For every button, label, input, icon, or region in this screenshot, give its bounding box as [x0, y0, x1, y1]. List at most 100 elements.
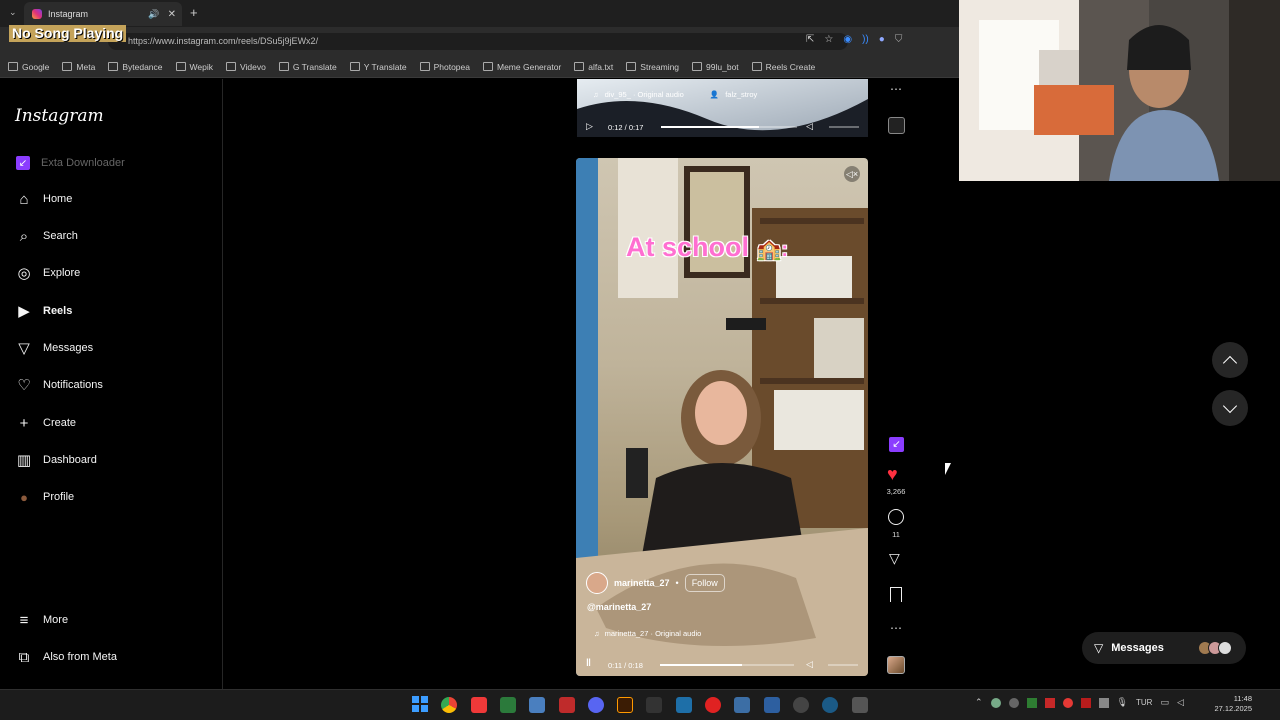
bookmark-item[interactable]: Reels Create: [751, 62, 815, 72]
bookmark-item[interactable]: alfa.txt: [574, 62, 613, 72]
share-icon[interactable]: ▽: [889, 550, 900, 567]
extension-shield-icon[interactable]: ⛉: [895, 34, 903, 45]
terminal-taskbar-icon[interactable]: [500, 697, 516, 713]
bookmark-item[interactable]: Photopea: [419, 62, 470, 72]
explorer-taskbar-icon[interactable]: [734, 697, 750, 713]
previous-reel-progress-track[interactable]: [661, 126, 797, 128]
illustrator-taskbar-icon[interactable]: [617, 697, 633, 713]
previous-reel[interactable]: ♫ div_95_ · Original audio 👤 falz_stroy …: [577, 79, 868, 137]
new-tab-icon[interactable]: +: [190, 5, 198, 20]
sidebar-item-create[interactable]: + Create: [16, 415, 76, 432]
sidebar-item-more[interactable]: ≡ More: [16, 612, 68, 629]
speaker-icon[interactable]: ◁: [1177, 697, 1184, 708]
tray-app-icon[interactable]: [1080, 697, 1091, 708]
sidebar-item-home[interactable]: ⌂ Home: [16, 191, 72, 208]
app-taskbar-icon[interactable]: [852, 697, 868, 713]
bookmark-item[interactable]: Google: [8, 62, 49, 72]
sidebar-item-dashboard[interactable]: ▥ Dashboard: [16, 452, 97, 469]
tray-app-icon[interactable]: [1008, 697, 1019, 708]
tray-app-icon[interactable]: [1026, 697, 1037, 708]
tray-app-icon[interactable]: [1044, 697, 1055, 708]
previous-reel-button[interactable]: [1212, 342, 1248, 378]
download-reel-icon[interactable]: ↙: [889, 437, 904, 452]
app-taskbar-icon[interactable]: [646, 697, 662, 713]
app-taskbar-icon[interactable]: [529, 697, 545, 713]
messages-floating-button[interactable]: ▽ Messages: [1082, 632, 1246, 664]
bookmark-item[interactable]: Meme Generator: [483, 62, 561, 72]
current-reel[interactable]: At school 🏫: ◁× marinetta_27 • Follow @m…: [576, 158, 868, 676]
bookmark-item[interactable]: Y Translate: [349, 62, 407, 72]
browser-tab-instagram[interactable]: Instagram 🔊 ✕: [24, 2, 182, 26]
app-taskbar-icon[interactable]: [764, 697, 780, 713]
volume-slider[interactable]: [828, 664, 858, 666]
chevron-up-icon: [1222, 355, 1238, 370]
bookmark-item[interactable]: Videvo: [225, 62, 266, 72]
bookmark-item[interactable]: Bytedance: [108, 62, 163, 72]
filezilla-taskbar-icon[interactable]: [559, 697, 575, 713]
sidebar-item-also-from-meta[interactable]: ⧉ Also from Meta: [16, 649, 117, 666]
tab-close-icon[interactable]: ✕: [168, 9, 176, 20]
address-bar[interactable]: https://www.instagram.com/reels/DSu5j9jE…: [108, 33, 848, 50]
install-app-icon[interactable]: ⇱: [806, 34, 814, 45]
previous-reel-audio[interactable]: div_95_ · Original audio: [605, 90, 684, 99]
previous-reel-audio-thumb[interactable]: [888, 117, 905, 134]
follow-button[interactable]: Follow: [684, 574, 725, 592]
chrome-taskbar-icon[interactable]: [441, 697, 457, 713]
reel-audio-thumb[interactable]: [887, 656, 905, 674]
volume-slider[interactable]: [829, 126, 859, 128]
sidebar-item-profile[interactable]: ● Profile: [16, 489, 74, 505]
sidebar-item-reels[interactable]: ▶ Reels: [16, 303, 72, 320]
like-count[interactable]: 3,266: [880, 487, 912, 496]
play-icon[interactable]: ▷: [586, 121, 593, 132]
reel-progress-track[interactable]: [660, 664, 794, 666]
start-button[interactable]: [412, 696, 428, 712]
extension-translate-icon[interactable]: ◉: [843, 34, 852, 45]
tab-audio-icon[interactable]: 🔊: [148, 9, 159, 20]
tray-app-icon[interactable]: [990, 697, 1001, 708]
bookmark-item[interactable]: Streaming: [626, 62, 679, 72]
reel-more-icon[interactable]: ⋯: [890, 621, 902, 635]
extension-audio-icon[interactable]: )): [862, 34, 869, 45]
sidebar-item-explore[interactable]: ◎ Explore: [16, 265, 80, 282]
network-icon[interactable]: ▭: [1160, 697, 1169, 708]
tab-list-chevron-icon[interactable]: ⌄: [9, 7, 17, 18]
steam-taskbar-icon[interactable]: [822, 697, 838, 713]
next-reel-button[interactable]: [1212, 390, 1248, 426]
obs-taskbar-icon[interactable]: [793, 697, 809, 713]
previous-reel-tagged-user[interactable]: falz_stroy: [725, 90, 757, 99]
vivaldi-taskbar-icon[interactable]: [471, 697, 487, 713]
extension-globe-icon[interactable]: ●: [879, 34, 885, 45]
like-icon[interactable]: ♥: [887, 464, 898, 485]
author-avatar[interactable]: [586, 572, 608, 594]
sidebar-item-search[interactable]: ⌕ Search: [16, 228, 78, 245]
tray-app-icon[interactable]: [1098, 697, 1109, 708]
reel-audio-row[interactable]: ♫ marinetta_27 · Original audio: [594, 629, 701, 638]
app-taskbar-icon[interactable]: [676, 697, 692, 713]
microphone-icon[interactable]: 🎙: [1117, 697, 1128, 708]
mute-icon[interactable]: ◁×: [844, 166, 860, 182]
bookmark-item[interactable]: G Translate: [278, 62, 337, 72]
reel-handle[interactable]: @marinetta_27: [587, 602, 651, 612]
previous-reel-more-icon[interactable]: ⋯: [890, 82, 902, 96]
taskbar-clock[interactable]: 11:48 27.12.2025: [1208, 694, 1252, 714]
volume-icon[interactable]: ◁: [806, 659, 813, 670]
bookmark-item[interactable]: 99lu_bot: [692, 62, 739, 72]
bookmark-star-icon[interactable]: ☆: [824, 34, 833, 45]
save-bookmark-icon[interactable]: [890, 587, 902, 602]
comment-count[interactable]: 11: [880, 530, 912, 539]
discord-taskbar-icon[interactable]: [588, 697, 604, 713]
bookmark-item[interactable]: Meta: [62, 62, 95, 72]
pause-icon[interactable]: ‖: [586, 658, 591, 669]
instagram-logo[interactable]: Instagram: [15, 106, 104, 126]
tray-expand-icon[interactable]: ⌃: [975, 697, 983, 708]
sidebar-item-notifications[interactable]: ♡ Notifications: [16, 377, 103, 394]
tray-app-icon[interactable]: [1062, 697, 1073, 708]
comment-icon[interactable]: [888, 509, 904, 525]
sidebar-item-messages[interactable]: ▽ Messages: [16, 340, 93, 357]
exta-downloader-item[interactable]: ↙ Exta Downloader: [16, 156, 125, 170]
volume-icon[interactable]: ◁: [806, 121, 813, 132]
bookmark-item[interactable]: Wepik: [175, 62, 213, 72]
recorder-taskbar-icon[interactable]: [705, 697, 721, 713]
author-username[interactable]: marinetta_27: [614, 578, 670, 588]
keyboard-language[interactable]: TUR: [1136, 698, 1152, 707]
